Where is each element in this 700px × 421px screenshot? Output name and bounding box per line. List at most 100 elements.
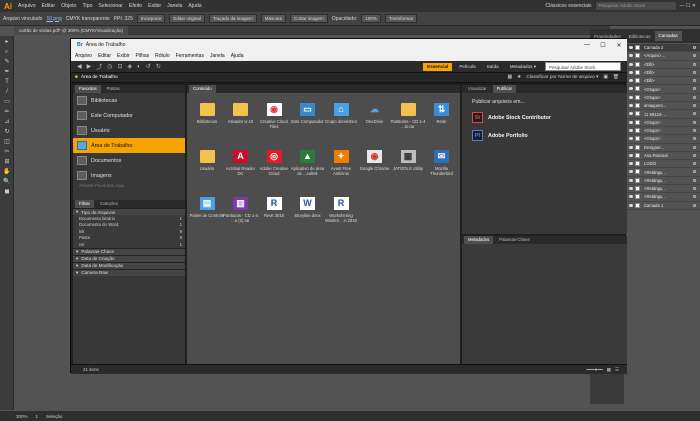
visibility-eye-icon[interactable] xyxy=(629,62,633,66)
rating-filter-icon[interactable]: ★ xyxy=(517,75,521,80)
visibility-eye-icon[interactable] xyxy=(629,178,633,182)
bridge-search-input[interactable]: Pesquisar Adobe Stock xyxy=(545,62,621,71)
visibility-eye-icon[interactable] xyxy=(629,128,633,132)
visibility-eye-icon[interactable] xyxy=(629,153,633,157)
thumbnail-item[interactable]: ▭ Este Computador xyxy=(290,95,326,141)
target-icon[interactable] xyxy=(693,95,696,99)
target-icon[interactable] xyxy=(693,120,696,124)
target-icon[interactable] xyxy=(693,170,696,174)
target-icon[interactable] xyxy=(693,70,696,74)
tab-content[interactable]: Conteúdo xyxy=(189,85,216,93)
menu-8[interactable]: Ajuda xyxy=(188,3,201,9)
thumbnail-item[interactable]: Partituras - CD 1-4 ...to.rar xyxy=(390,95,426,141)
menu-6[interactable]: Exibir xyxy=(148,3,161,9)
thumbnail-item[interactable]: ◉ Creative Cloud Files xyxy=(256,95,292,141)
camera-import-icon[interactable]: ⊡ xyxy=(118,63,123,70)
target-icon[interactable] xyxy=(693,46,696,49)
target-icon[interactable] xyxy=(693,145,696,149)
visibility-eye-icon[interactable] xyxy=(629,120,633,124)
visibility-eye-icon[interactable] xyxy=(629,162,633,166)
bridge-menu-0[interactable]: Arquivo xyxy=(75,53,92,59)
layer-row[interactable]: <Grupo> xyxy=(626,135,700,144)
target-icon[interactable] xyxy=(693,79,696,83)
linked-file-name[interactable]: 10.png xyxy=(46,16,61,22)
meta-tab-0[interactable]: Metadados xyxy=(464,236,494,244)
visibility-eye-icon[interactable] xyxy=(629,54,633,58)
layer-row[interactable]: Camada 1 xyxy=(626,202,700,210)
target-icon[interactable] xyxy=(693,203,696,207)
grid-lock-icon[interactable]: ▦ xyxy=(607,367,611,373)
target-icon[interactable] xyxy=(693,187,696,191)
disclosure-triangle-icon[interactable]: ▾ xyxy=(76,256,78,262)
layer-row[interactable]: <Arquivo ... xyxy=(626,52,700,61)
visibility-eye-icon[interactable] xyxy=(629,46,633,49)
bridge-menu-3[interactable]: Pilhas xyxy=(136,53,150,59)
visibility-eye-icon[interactable] xyxy=(629,203,633,207)
tool-1-icon[interactable]: ▹ xyxy=(2,47,12,56)
grid-view-icon[interactable]: ▦ xyxy=(508,75,513,80)
layer-row[interactable]: LOGO xyxy=(626,160,700,169)
layer-row[interactable]: <Retângu... xyxy=(626,185,700,194)
thumbnail-item[interactable]: Bibliotecas xyxy=(189,95,225,141)
back-icon[interactable]: ◀ xyxy=(77,63,82,70)
open-in-camera-raw-icon[interactable]: ◐ xyxy=(137,64,141,70)
up-folder-icon[interactable]: ⤴ xyxy=(96,62,102,71)
menu-2[interactable]: Objeto xyxy=(61,3,76,9)
refine-icon[interactable]: ◈ xyxy=(128,63,133,70)
maximize-icon[interactable]: ☐ xyxy=(595,42,611,49)
target-icon[interactable] xyxy=(693,153,696,157)
transform-button[interactable]: Transformar xyxy=(384,14,418,23)
favorite-item[interactable]: Usuário xyxy=(73,123,185,138)
menu-7[interactable]: Janela xyxy=(167,3,182,9)
thumbnail-item[interactable]: ◉ Google Chrome xyxy=(357,142,393,188)
target-icon[interactable] xyxy=(693,178,696,182)
crop-image-button[interactable]: Cortar imagem xyxy=(290,14,328,23)
publish-service[interactable]: St Adobe Stock Contributor xyxy=(472,112,621,123)
filter-section-header[interactable]: ▾ Data de Criação xyxy=(73,254,185,262)
favorite-item[interactable]: Imagens xyxy=(73,168,185,183)
thumbnail-item[interactable]: ◎ Adobe Creative Cloud xyxy=(256,142,292,188)
disclosure-triangle-icon[interactable]: ▾ xyxy=(76,263,78,269)
favorite-item[interactable]: Área de Trabalho xyxy=(73,138,185,153)
visibility-eye-icon[interactable] xyxy=(629,79,633,83)
thumbnail-item[interactable]: ⇅ Rede xyxy=(424,95,460,141)
thumbnail-item[interactable]: R Workshering Monitor ...A 2018 xyxy=(323,189,359,235)
favorite-item[interactable]: Bibliotecas xyxy=(73,93,185,108)
minimize-icon[interactable]: — xyxy=(579,42,595,49)
layer-row[interactable]: <Elli> xyxy=(626,69,700,78)
filter-tab-0[interactable]: Filtrar xyxy=(75,200,94,208)
disclosure-triangle-icon[interactable]: ▾ xyxy=(76,249,78,255)
menu-4[interactable]: Selecionar xyxy=(98,3,123,9)
visibility-eye-icon[interactable] xyxy=(629,87,633,91)
delete-icon[interactable]: 🗑 xyxy=(613,75,619,80)
target-icon[interactable] xyxy=(693,87,696,91)
bridge-menu-7[interactable]: Ajuda xyxy=(231,53,244,59)
thumbnail-item[interactable]: ▤ Painel de Controle xyxy=(189,189,225,235)
layer-row[interactable]: <Retângu... xyxy=(626,168,700,177)
window-controls[interactable]: — ☐ ✕ xyxy=(680,3,696,9)
layer-row[interactable]: amaquero... xyxy=(626,102,700,111)
tool-6-icon[interactable]: ▭ xyxy=(2,97,12,106)
visibility-eye-icon[interactable] xyxy=(629,195,633,199)
preview-tab-0[interactable]: Visualizar xyxy=(464,85,491,93)
preview-tab-1[interactable]: Publicar xyxy=(492,85,517,93)
menu-0[interactable]: Arquivo xyxy=(18,3,36,9)
visibility-eye-icon[interactable] xyxy=(629,95,633,99)
workspace-switcher[interactable]: Clássicos essenciais xyxy=(545,3,591,9)
visibility-eye-icon[interactable] xyxy=(629,112,633,116)
rotate-right-icon[interactable]: ↻ xyxy=(156,63,161,70)
target-icon[interactable] xyxy=(693,128,696,132)
tool-11-icon[interactable]: ✂ xyxy=(2,147,12,156)
tool-15-icon[interactable]: ◼ xyxy=(2,187,12,196)
tool-13-icon[interactable]: ✋ xyxy=(2,167,12,176)
thumbnail-item[interactable]: Usuário xyxy=(189,142,225,188)
bridge-menu-4[interactable]: Rótulo xyxy=(155,53,169,59)
meta-tab-1[interactable]: Palavras-Chave xyxy=(495,236,534,244)
panel-tab-1[interactable]: Bibliotecas xyxy=(625,34,655,39)
filter-section-header[interactable]: ▾ Tipo de Arquivos xyxy=(73,208,185,215)
list-view-icon[interactable]: ☰ xyxy=(615,367,619,373)
visibility-eye-icon[interactable] xyxy=(629,70,633,74)
target-icon[interactable] xyxy=(693,137,696,141)
thumbnail-item[interactable]: Ativador w 10 xyxy=(223,95,259,141)
tool-14-icon[interactable]: 🔍 xyxy=(2,177,12,186)
